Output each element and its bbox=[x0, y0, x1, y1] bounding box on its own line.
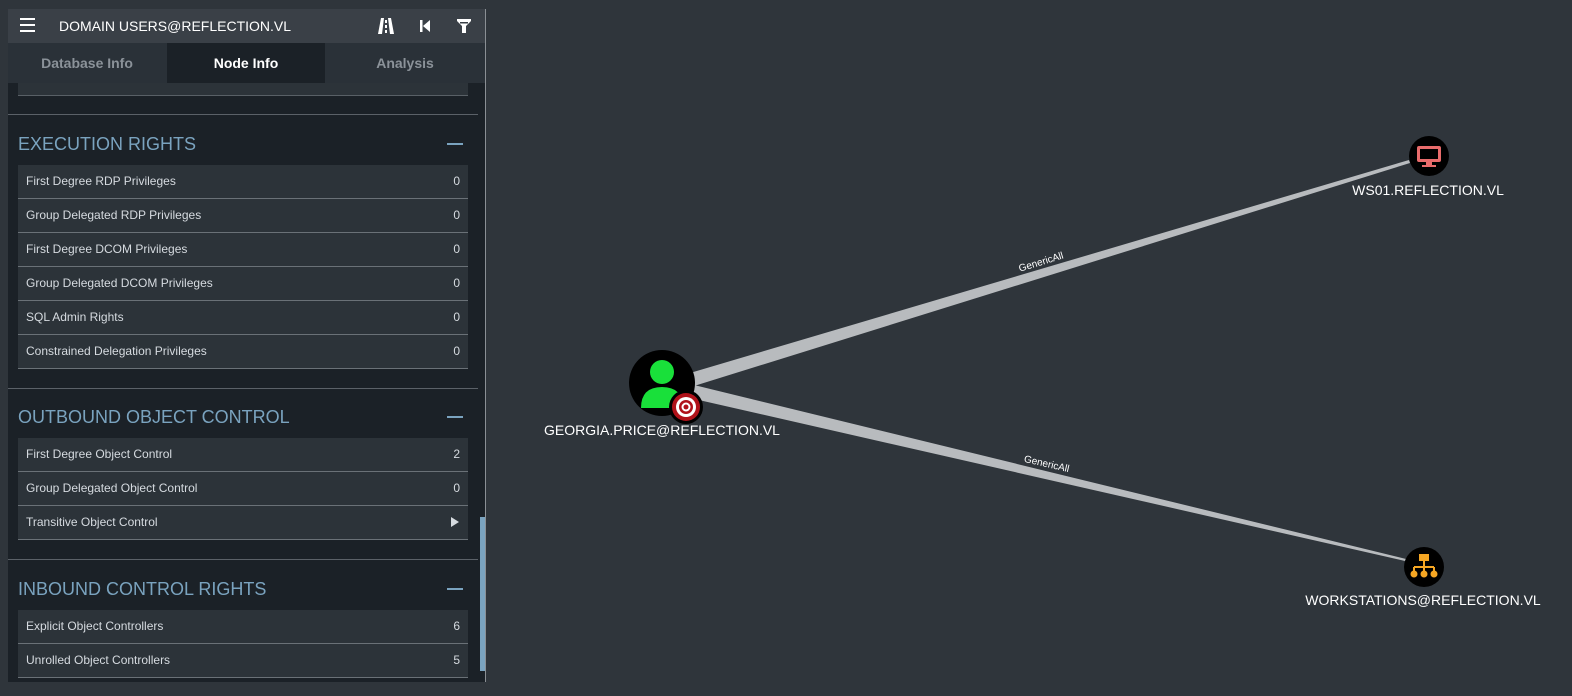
row-value: 0 bbox=[453, 310, 460, 324]
row-label: First Degree RDP Privileges bbox=[26, 174, 176, 188]
back-icon[interactable] bbox=[416, 17, 434, 35]
list-item[interactable] bbox=[18, 83, 468, 96]
panel-content: EXECUTION RIGHTS First Degree RDP Privil… bbox=[8, 83, 478, 682]
row-value: 5 bbox=[453, 653, 460, 667]
row-value: 2 bbox=[453, 447, 460, 461]
row-value: 0 bbox=[453, 242, 460, 256]
row-transitive-object-control[interactable]: Transitive Object Control bbox=[18, 506, 468, 540]
row-value: 6 bbox=[453, 619, 460, 633]
row-label: First Degree Object Control bbox=[26, 447, 173, 461]
row-sql-admin[interactable]: SQL Admin Rights 0 bbox=[18, 301, 468, 335]
row-group-delegated-object-control[interactable]: Group Delegated Object Control 0 bbox=[18, 472, 468, 506]
edge-user-to-ou[interactable]: GenericAll bbox=[690, 385, 1406, 561]
row-constrained-delegation[interactable]: Constrained Delegation Privileges 0 bbox=[18, 335, 468, 369]
row-value: 0 bbox=[453, 276, 460, 290]
row-value: 0 bbox=[453, 174, 460, 188]
target-icon bbox=[669, 390, 703, 424]
row-label: Group Delegated DCOM Privileges bbox=[26, 276, 213, 290]
row-label: Unrolled Object Controllers bbox=[26, 653, 171, 667]
collapse-execution-button[interactable] bbox=[447, 143, 463, 145]
tab-database-info[interactable]: Database Info bbox=[8, 43, 166, 83]
row-label: Constrained Delegation Privileges bbox=[26, 344, 207, 358]
edge-user-to-computer[interactable]: GenericAll bbox=[690, 160, 1410, 386]
node-label-workstations: WORKSTATIONS@REFLECTION.VL bbox=[1305, 592, 1541, 608]
pathfinding-icon[interactable] bbox=[377, 17, 395, 35]
row-value: 0 bbox=[453, 481, 460, 495]
row-label: Group Delegated RDP Privileges bbox=[26, 208, 202, 222]
collapse-outbound-button[interactable] bbox=[447, 416, 463, 418]
section-title-execution[interactable]: EXECUTION RIGHTS bbox=[18, 134, 196, 155]
filter-icon[interactable] bbox=[455, 17, 473, 35]
tab-analysis[interactable]: Analysis bbox=[326, 43, 484, 83]
section-title-outbound[interactable]: OUTBOUND OBJECT CONTROL bbox=[18, 407, 290, 428]
row-label: Transitive Object Control bbox=[26, 515, 158, 529]
tab-node-info[interactable]: Node Info bbox=[167, 43, 325, 83]
section-divider bbox=[8, 114, 478, 115]
node-georgia-price[interactable] bbox=[629, 350, 703, 424]
node-label-georgia-price: GEORGIA.PRICE@REFLECTION.VL bbox=[544, 422, 780, 438]
row-label: Explicit Object Controllers bbox=[26, 619, 164, 633]
node-workstations[interactable] bbox=[1404, 547, 1444, 587]
row-explicit-object-controllers[interactable]: Explicit Object Controllers 6 bbox=[18, 610, 468, 644]
row-first-degree-object-control[interactable]: First Degree Object Control 2 bbox=[18, 438, 468, 472]
section-title-inbound[interactable]: INBOUND CONTROL RIGHTS bbox=[18, 579, 266, 600]
row-label: SQL Admin Rights bbox=[26, 310, 124, 324]
row-first-degree-rdp[interactable]: First Degree RDP Privileges 0 bbox=[18, 165, 468, 199]
node-ws01[interactable] bbox=[1409, 136, 1449, 176]
row-label: Group Delegated Object Control bbox=[26, 481, 198, 495]
selected-node-title[interactable]: DOMAIN USERS@REFLECTION.VL bbox=[59, 18, 291, 34]
section-divider bbox=[8, 559, 478, 560]
row-first-degree-dcom[interactable]: First Degree DCOM Privileges 0 bbox=[18, 233, 468, 267]
scrollbar-thumb[interactable] bbox=[480, 517, 485, 671]
node-label-ws01: WS01.REFLECTION.VL bbox=[1352, 182, 1504, 198]
collapse-inbound-button[interactable] bbox=[447, 588, 463, 590]
section-divider bbox=[8, 388, 478, 389]
row-value: 0 bbox=[453, 344, 460, 358]
search-bar: DOMAIN USERS@REFLECTION.VL bbox=[8, 9, 485, 43]
row-group-delegated-dcom[interactable]: Group Delegated DCOM Privileges 0 bbox=[18, 267, 468, 301]
row-value: 0 bbox=[453, 208, 460, 222]
node-info-panel: DOMAIN USERS@REFLECTION.VL Database Info… bbox=[8, 9, 486, 682]
play-icon[interactable] bbox=[451, 517, 459, 527]
menu-icon[interactable] bbox=[20, 18, 35, 34]
panel-tabs: Database Info Node Info Analysis bbox=[8, 43, 485, 83]
row-group-delegated-rdp[interactable]: Group Delegated RDP Privileges 0 bbox=[18, 199, 468, 233]
row-unrolled-object-controllers[interactable]: Unrolled Object Controllers 5 bbox=[18, 644, 468, 678]
row-label: First Degree DCOM Privileges bbox=[26, 242, 188, 256]
